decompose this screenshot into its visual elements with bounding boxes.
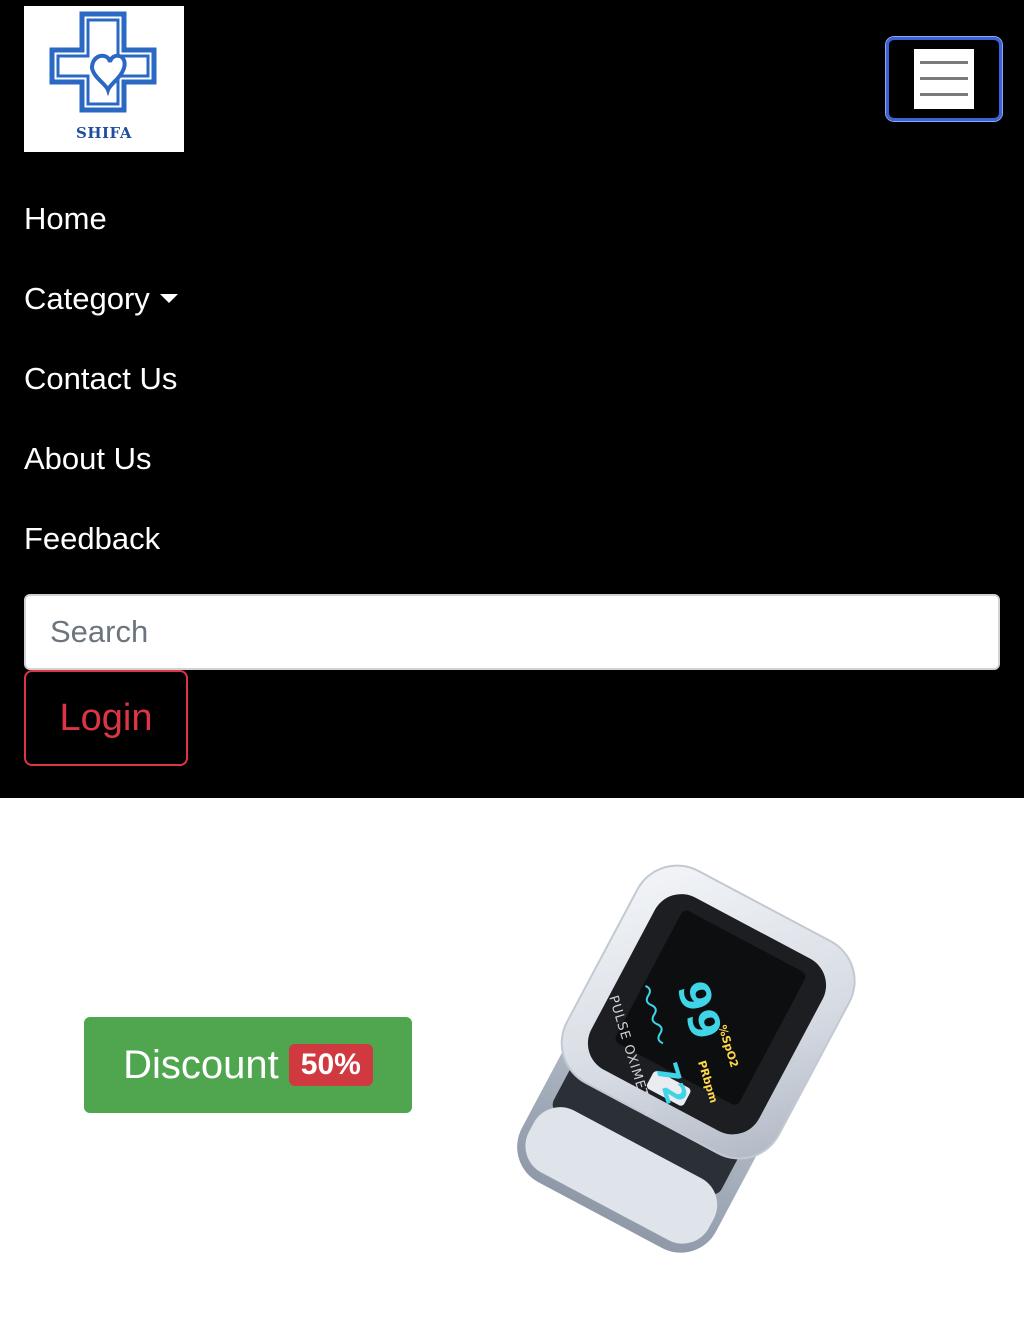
- pulse-oximeter-image[interactable]: 99 %SpO2 72 PRbpm PULSE OXIMETER: [500, 855, 860, 1275]
- nav-link-category-label: Category: [24, 281, 150, 316]
- logo-text: SHIFA: [76, 124, 132, 142]
- nav-link-category[interactable]: Category: [24, 279, 178, 319]
- discount-button[interactable]: Discount 50%: [84, 1017, 412, 1113]
- navbar: SHIFA Home Category Contact Us About Us …: [0, 0, 1024, 798]
- hamburger-icon: [914, 49, 974, 109]
- hamburger-line: [920, 61, 968, 64]
- nav-link-about-us[interactable]: About Us: [24, 439, 152, 479]
- medical-cross-logo-icon: [49, 11, 157, 113]
- discount-label: Discount: [123, 1042, 279, 1087]
- navbar-toggler-button[interactable]: [885, 36, 1003, 122]
- hamburger-line: [920, 77, 968, 80]
- shifa-logo[interactable]: SHIFA: [24, 6, 184, 152]
- search-input[interactable]: [24, 594, 1000, 670]
- login-button[interactable]: Login: [24, 670, 188, 766]
- discount-badge: 50%: [288, 1044, 373, 1086]
- nav-link-home[interactable]: Home: [24, 199, 107, 239]
- nav-link-feedback[interactable]: Feedback: [24, 519, 160, 559]
- nav-link-contact-us[interactable]: Contact Us: [24, 359, 177, 399]
- caret-down-icon: [159, 294, 178, 303]
- hamburger-line: [920, 93, 968, 96]
